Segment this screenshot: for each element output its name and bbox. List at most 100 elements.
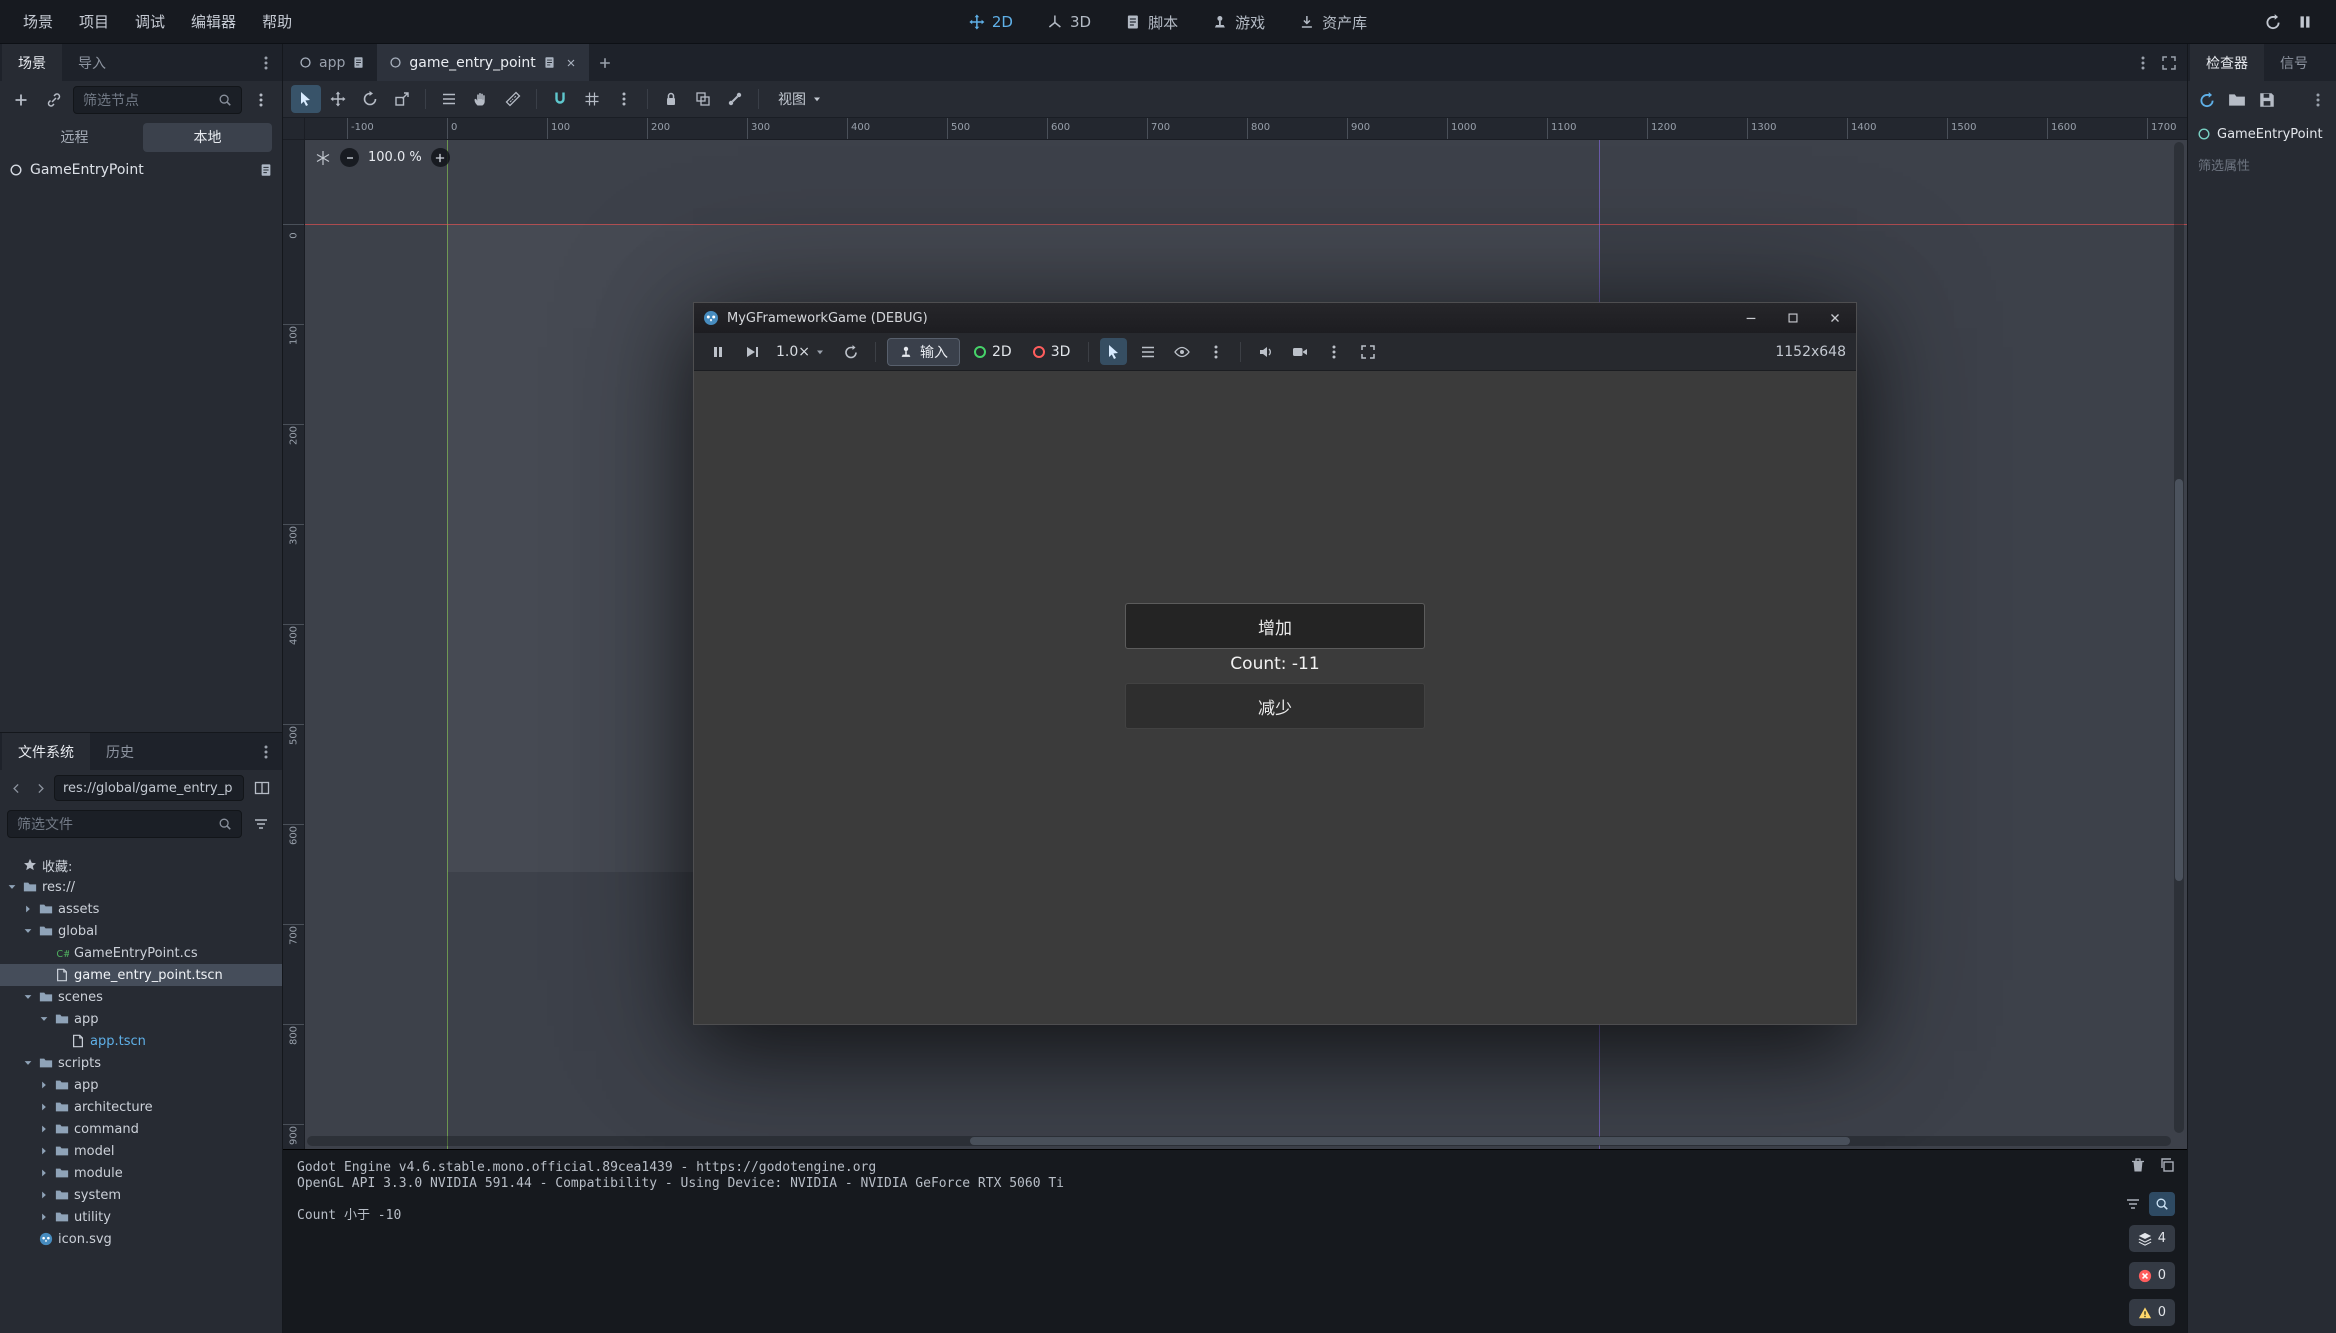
fs-row-command[interactable]: command <box>0 1118 282 1140</box>
filesystem-menu-icon[interactable] <box>258 744 274 760</box>
clear-output-icon[interactable] <box>2130 1157 2146 1173</box>
save-resource-icon[interactable] <box>2258 91 2276 109</box>
workspace-2d-button[interactable]: 2D <box>956 8 1026 36</box>
scene-tab-app[interactable]: app <box>287 44 377 81</box>
fs-row-architecture[interactable]: architecture <box>0 1096 282 1118</box>
debug-2d-toggle[interactable]: 2D <box>967 344 1019 360</box>
suspend-game-button[interactable] <box>704 338 731 365</box>
canvas-horizontal-scrollbar[interactable] <box>307 1136 2171 1146</box>
fs-row-assets[interactable]: assets <box>0 898 282 920</box>
search-output-button[interactable] <box>2149 1192 2175 1216</box>
split-view-icon[interactable] <box>248 774 276 802</box>
move-tool-button[interactable] <box>323 85 353 113</box>
load-resource-icon[interactable] <box>2228 91 2246 109</box>
menu-scene[interactable]: 场景 <box>10 6 66 37</box>
select-tool-button[interactable] <box>291 85 321 113</box>
attached-script-icon[interactable] <box>259 163 273 177</box>
fs-row-model[interactable]: model <box>0 1140 282 1162</box>
fs-row-utility[interactable]: utility <box>0 1206 282 1228</box>
minimize-window-button[interactable] <box>1730 303 1772 333</box>
embed-fullscreen-button[interactable] <box>1354 338 1381 365</box>
tab-filesystem[interactable]: 文件系统 <box>2 733 90 770</box>
zoom-out-button[interactable] <box>340 148 359 167</box>
mute-audio-button[interactable] <box>1252 338 1279 365</box>
maximize-window-button[interactable] <box>1772 303 1814 333</box>
remote-button[interactable]: 远程 <box>10 123 139 152</box>
menu-help[interactable]: 帮助 <box>249 6 305 37</box>
fs-row-module[interactable]: module <box>0 1162 282 1184</box>
workspace-assetlib-button[interactable]: 资产库 <box>1286 7 1380 38</box>
snap-options-menu-icon[interactable] <box>609 85 639 113</box>
filter-messages-icon[interactable] <box>2125 1196 2141 1212</box>
workspace-script-button[interactable]: 脚本 <box>1112 7 1191 38</box>
pan-tool-button[interactable] <box>466 85 496 113</box>
resource-history-icon[interactable] <box>2198 91 2216 109</box>
inspected-node-row[interactable]: GameEntryPoint <box>2188 119 2336 149</box>
debug-3d-toggle[interactable]: 3D <box>1026 344 1078 360</box>
tab-list-menu-icon[interactable] <box>2135 55 2151 71</box>
fs-row-gameentrypoint-cs[interactable]: GameEntryPoint.cs <box>0 942 282 964</box>
zoom-in-button[interactable] <box>431 148 450 167</box>
local-button[interactable]: 本地 <box>143 123 272 152</box>
select-mode-button[interactable] <box>1100 338 1127 365</box>
current-path[interactable]: res://global/game_entry_p <box>54 775 244 801</box>
next-frame-button[interactable] <box>738 338 765 365</box>
scene-tree-menu-icon[interactable] <box>247 86 275 114</box>
vertical-scrollbar-thumb[interactable] <box>2175 479 2183 881</box>
ruler-tool-button[interactable] <box>498 85 528 113</box>
sort-files-icon[interactable] <box>247 810 275 838</box>
copy-output-icon[interactable] <box>2159 1157 2175 1173</box>
game-window-titlebar[interactable]: MyGFrameworkGame (DEBUG) <box>694 303 1856 333</box>
tab-import[interactable]: 导入 <box>62 44 122 81</box>
nav-back-icon[interactable] <box>6 776 26 800</box>
view-menu-button[interactable]: 视图 <box>767 85 834 113</box>
fs-row-system[interactable]: system <box>0 1184 282 1206</box>
debugger-badge[interactable]: 4 <box>2129 1225 2175 1252</box>
selection-options-menu-icon[interactable] <box>1202 338 1229 365</box>
tab-signals[interactable]: 信号 <box>2264 44 2324 81</box>
zoom-level-label[interactable]: 100.0 % <box>368 150 422 165</box>
list-select-button[interactable] <box>434 85 464 113</box>
node-type-filter-button[interactable] <box>1134 338 1161 365</box>
fs-row-app-folder[interactable]: app <box>0 1008 282 1030</box>
menu-editor[interactable]: 编辑器 <box>178 6 249 37</box>
workspace-3d-button[interactable]: 3D <box>1034 8 1104 36</box>
tab-scene[interactable]: 场景 <box>2 44 62 81</box>
tab-inspector[interactable]: 检查器 <box>2190 44 2264 81</box>
fs-row-scripts-app[interactable]: app <box>0 1074 282 1096</box>
tab-history[interactable]: 历史 <box>90 733 150 770</box>
increase-button[interactable]: 增加 <box>1125 603 1425 649</box>
fs-row-app-tscn[interactable]: app.tscn <box>0 1030 282 1052</box>
filter-properties-input[interactable]: 筛选属性 <box>2188 149 2336 179</box>
camera-override-button[interactable] <box>1286 338 1313 365</box>
close-tab-icon[interactable] <box>565 57 577 69</box>
center-view-icon[interactable] <box>315 150 331 166</box>
lock-node-button[interactable] <box>656 85 686 113</box>
new-scene-tab-button[interactable] <box>589 44 621 81</box>
scene-tab-game-entry-point[interactable]: game_entry_point <box>377 44 588 81</box>
rotate-tool-button[interactable] <box>355 85 385 113</box>
nav-forward-icon[interactable] <box>30 776 50 800</box>
canvas-vertical-scrollbar[interactable] <box>2174 142 2184 1133</box>
menu-project[interactable]: 项目 <box>66 6 122 37</box>
skeleton-options-button[interactable] <box>720 85 750 113</box>
input-mode-toggle[interactable]: 输入 <box>887 338 960 366</box>
errors-badge[interactable]: 0 <box>2129 1262 2175 1289</box>
canvas-2d[interactable]: 100.0 % MyGFrameworkGame (DEBUG) <box>305 140 2187 1149</box>
fs-row-favorites[interactable]: 收藏: <box>0 854 282 876</box>
fs-row-scripts[interactable]: scripts <box>0 1052 282 1074</box>
workspace-game-button[interactable]: 游戏 <box>1199 7 1278 38</box>
game-focus-icon[interactable] <box>2232 13 2250 31</box>
speed-dropdown[interactable]: 1.0× <box>772 344 830 360</box>
fs-row-global[interactable]: global <box>0 920 282 942</box>
fs-row-res[interactable]: res:// <box>0 876 282 898</box>
add-node-button[interactable] <box>7 86 35 114</box>
group-node-button[interactable] <box>688 85 718 113</box>
reset-speed-button[interactable] <box>837 338 864 365</box>
camera-options-menu-icon[interactable] <box>1320 338 1347 365</box>
toggle-visibility-button[interactable] <box>1168 338 1195 365</box>
menu-debug[interactable]: 调试 <box>122 6 178 37</box>
smart-snap-button[interactable] <box>545 85 575 113</box>
filter-files-input[interactable]: 筛选文件 <box>7 810 242 838</box>
filter-nodes-input[interactable]: 筛选节点 <box>73 86 242 114</box>
